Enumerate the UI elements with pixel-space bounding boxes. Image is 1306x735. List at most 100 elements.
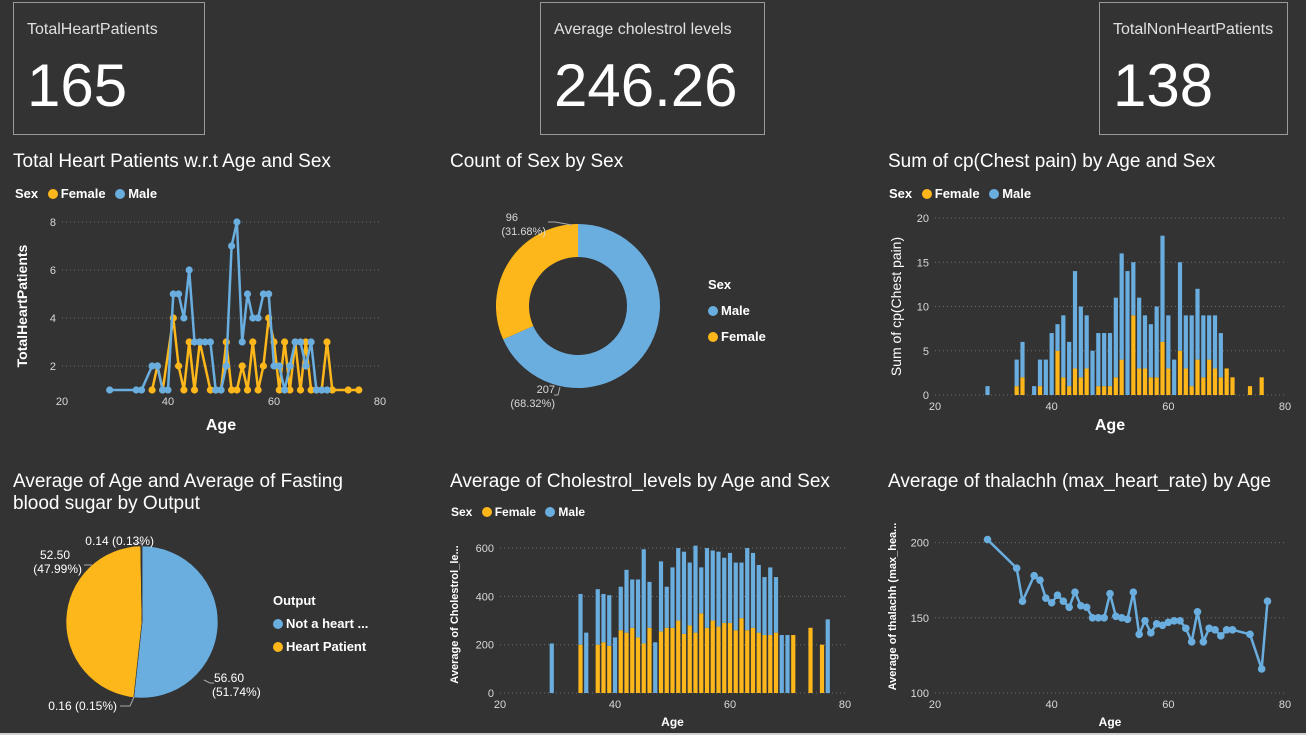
- data-point-male: [238, 338, 246, 346]
- data-point-female: [148, 386, 156, 394]
- y-tick-label: 20: [917, 213, 929, 225]
- label-leader-line: [548, 221, 573, 226]
- bar-male: [1107, 333, 1113, 387]
- bar-male: [1154, 306, 1159, 378]
- y-tick-label: 200: [911, 538, 929, 550]
- x-tick-label: 60: [1162, 699, 1174, 711]
- bar-female: [1160, 341, 1165, 395]
- bar-female: [1055, 350, 1060, 395]
- y-tick-label: 200: [476, 640, 494, 652]
- bar-female: [699, 613, 704, 693]
- bar-male: [756, 564, 761, 633]
- x-tick-label: 60: [268, 396, 280, 408]
- data-point-thalachh: [1176, 616, 1184, 625]
- bar-male: [762, 577, 767, 636]
- x-tick-label: 60: [1162, 401, 1174, 413]
- x-axis-label: Age: [661, 715, 684, 729]
- bar-male: [1125, 271, 1130, 395]
- bar-female: [1107, 386, 1113, 395]
- series-line-male: [109, 221, 327, 392]
- bar-female: [1084, 368, 1089, 395]
- bar-male: [1090, 350, 1095, 395]
- bar-male: [1160, 235, 1165, 342]
- data-point-male: [243, 290, 252, 298]
- bar-male: [1037, 359, 1043, 387]
- x-tick-label: 20: [56, 396, 68, 408]
- bar-male: [641, 549, 646, 644]
- data-point-female: [323, 338, 331, 346]
- data-label-heart-percent: (47.99%): [33, 562, 82, 576]
- bar-male: [1183, 315, 1188, 369]
- bar-female: [750, 627, 756, 693]
- data-point-thalachh: [1082, 603, 1091, 612]
- bar-male: [1119, 253, 1124, 360]
- bar-female: [1142, 368, 1148, 395]
- bar-male: [1102, 333, 1107, 387]
- bar-male: [612, 637, 618, 693]
- data-point-male: [254, 314, 262, 322]
- bar-female: [595, 644, 600, 693]
- bar-male: [825, 619, 830, 693]
- data-point-thalachh: [1129, 588, 1138, 597]
- data-point-thalachh: [1263, 597, 1272, 606]
- x-tick-label: 80: [374, 396, 386, 408]
- x-tick-label: 80: [839, 699, 851, 711]
- data-label-not-heart-percent: (51.74%): [212, 685, 261, 699]
- data-point-male: [228, 242, 236, 250]
- data-point-female: [238, 362, 246, 370]
- bar-male: [549, 643, 554, 693]
- bar-female: [1148, 377, 1153, 395]
- bar-male: [768, 567, 773, 636]
- bar-female: [1259, 377, 1264, 395]
- bar-female: [773, 632, 779, 693]
- bar-female: [1137, 368, 1142, 395]
- data-point-thalachh: [1065, 603, 1073, 612]
- data-point-thalachh: [1193, 607, 1202, 616]
- bar-male: [664, 586, 669, 628]
- bar-female: [762, 635, 767, 693]
- data-point-thalachh: [1257, 665, 1266, 673]
- data-label-female-count: 96: [506, 212, 518, 224]
- bar-female: [1037, 386, 1043, 395]
- x-tick-label: 40: [1046, 401, 1058, 413]
- data-point-thalachh: [1100, 613, 1108, 622]
- bar-female: [1195, 359, 1200, 395]
- data-point-male: [217, 386, 225, 394]
- bar-male: [1201, 315, 1206, 378]
- bar-female: [1166, 368, 1171, 395]
- bar-female: [727, 622, 733, 693]
- bar-male: [785, 635, 790, 693]
- x-tick-label: 40: [609, 699, 621, 711]
- bar-male: [607, 595, 612, 646]
- bar-female: [1131, 315, 1136, 395]
- bar-male: [722, 557, 727, 623]
- data-point-thalachh: [1123, 615, 1132, 624]
- bar-female: [716, 626, 721, 693]
- data-point-female: [281, 338, 289, 346]
- x-tick-label: 20: [929, 699, 941, 711]
- bar-female: [1183, 368, 1188, 395]
- bar-female: [808, 627, 813, 693]
- x-axis-label: Age: [1095, 417, 1125, 434]
- bar-male: [1189, 315, 1194, 387]
- bar-male: [584, 632, 589, 693]
- charts-canvas[interactable]: 2 4 6 8 20 40 60 80 Age TotalHeartPatients 96 (31.6…: [0, 0, 1306, 735]
- bar-female: [1072, 368, 1078, 395]
- bar-male: [1177, 262, 1183, 351]
- data-label-fbs-heart: 0.14 (0.13%): [85, 534, 154, 548]
- data-point-female: [190, 386, 199, 394]
- bar-male: [687, 562, 692, 626]
- data-point-female: [175, 362, 183, 370]
- bar-male: [1078, 306, 1083, 378]
- bar-male: [601, 593, 606, 643]
- data-point-male: [323, 386, 331, 394]
- bar-male: [773, 577, 779, 633]
- bar-female: [693, 632, 698, 693]
- bar-female: [1119, 359, 1124, 395]
- data-point-thalachh: [1036, 576, 1044, 584]
- pie-slice: [133, 545, 219, 699]
- bar-female: [687, 625, 692, 693]
- x-tick-label: 80: [1279, 401, 1291, 413]
- bar-male: [699, 567, 704, 614]
- bar-female: [710, 620, 715, 693]
